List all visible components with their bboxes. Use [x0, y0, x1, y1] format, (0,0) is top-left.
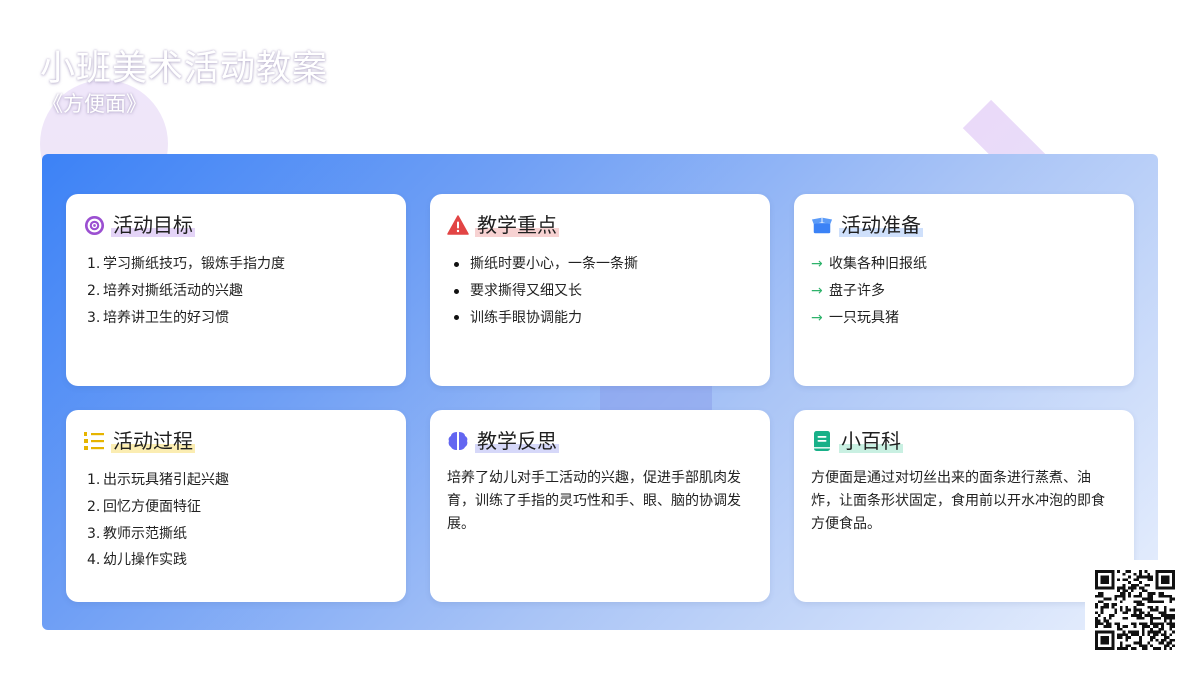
- card-encyclopedia: 小百科 方便面是通过对切丝出来的面条进行蒸煮、油炸，让面条形状固定，食用前以开水…: [794, 410, 1134, 602]
- preparation-list: → 收集各种旧报纸 → 盘子许多 → 一只玩具猪: [811, 251, 1117, 331]
- card-title: 小百科: [839, 429, 903, 453]
- list-item: 撕纸时要小心，一条一条撕: [447, 251, 753, 278]
- card-header: 教学反思: [447, 428, 753, 454]
- reflection-text: 培养了幼儿对手工活动的兴趣，促进手部肌肉发育，训练了手指的灵巧性和手、眼、脑的协…: [447, 470, 741, 532]
- target-icon: [83, 214, 105, 236]
- card-title: 活动目标: [111, 213, 195, 237]
- arrow-right-icon: →: [811, 282, 823, 299]
- ordered-list-icon: [83, 430, 105, 452]
- list-item: → 收集各种旧报纸: [811, 251, 1117, 278]
- brain-icon: [447, 430, 469, 452]
- goal-list: 1. 学习撕纸技巧，锻炼手指力度 2. 培养对撕纸活动的兴趣 3. 培养讲卫生的好习惯: [83, 251, 389, 331]
- list-item: → 盘子许多: [811, 278, 1117, 305]
- card-header: 活动目标: [83, 212, 389, 238]
- list-item: 4. 幼儿操作实践: [87, 552, 187, 569]
- card-title: 活动准备: [839, 213, 923, 237]
- card-teaching-focus: 教学重点 撕纸时要小心，一条一条撕 要求撕得又细又长 训练手眼协调能力: [430, 194, 770, 386]
- card-header: 活动过程: [83, 428, 389, 454]
- card-activity-process: 活动过程 1. 出示玩具猪引起兴趣 2. 回忆方便面特征 3. 教师示范撕纸 4. 幼儿…: [66, 410, 406, 602]
- encyclopedia-text: 方便面是通过对切丝出来的面条进行蒸煮、油炸，让面条形状固定，食用前以开水冲泡的即…: [811, 470, 1105, 532]
- process-list: 1. 出示玩具猪引起兴趣 2. 回忆方便面特征 3. 教师示范撕纸 4. 幼儿操作实践: [83, 467, 389, 574]
- list-item: 1. 出示玩具猪引起兴趣: [87, 472, 229, 488]
- warning-icon: [447, 214, 469, 236]
- book-icon: [811, 430, 833, 452]
- list-item: 要求撕得又细又长: [447, 278, 753, 305]
- card-title: 教学重点: [475, 213, 559, 237]
- card-activity-preparation: 活动准备 → 收集各种旧报纸 → 盘子许多 → 一只玩具猪: [794, 194, 1134, 386]
- list-item: 2. 回忆方便面特征: [87, 498, 201, 515]
- card-activity-goals: 活动目标 1. 学习撕纸技巧，锻炼手指力度 2. 培养对撕纸活动的兴趣 3. 培养讲卫…: [66, 194, 406, 386]
- page-subtitle: 《方便面》: [42, 92, 147, 116]
- list-item: 1. 学习撕纸技巧，锻炼手指力度: [87, 256, 285, 272]
- box-open-icon: [811, 214, 833, 236]
- list-item: 3. 培养讲卫生的好习惯: [87, 309, 229, 326]
- card-title: 教学反思: [475, 429, 559, 453]
- qr-code: [1085, 560, 1185, 660]
- card-header: 小百科: [811, 428, 1117, 454]
- arrow-right-icon: →: [811, 309, 823, 326]
- arrow-right-icon: →: [811, 256, 823, 272]
- list-item: → 一只玩具猪: [811, 305, 1117, 332]
- card-teaching-reflection: 教学反思 培养了幼儿对手工活动的兴趣，促进手部肌肉发育，训练了手指的灵巧性和手、…: [430, 410, 770, 602]
- list-item: 2. 培养对撕纸活动的兴趣: [87, 282, 243, 299]
- list-item: 3. 教师示范撕纸: [87, 525, 187, 542]
- page-title: 小班美术活动教案: [40, 49, 329, 89]
- card-title: 活动过程: [111, 429, 195, 453]
- list-item: 训练手眼协调能力: [447, 305, 753, 332]
- decorative-block: [600, 386, 712, 410]
- focus-list: 撕纸时要小心，一条一条撕 要求撕得又细又长 训练手眼协调能力: [447, 251, 753, 331]
- card-header: 活动准备: [811, 212, 1117, 238]
- card-header: 教学重点: [447, 212, 753, 238]
